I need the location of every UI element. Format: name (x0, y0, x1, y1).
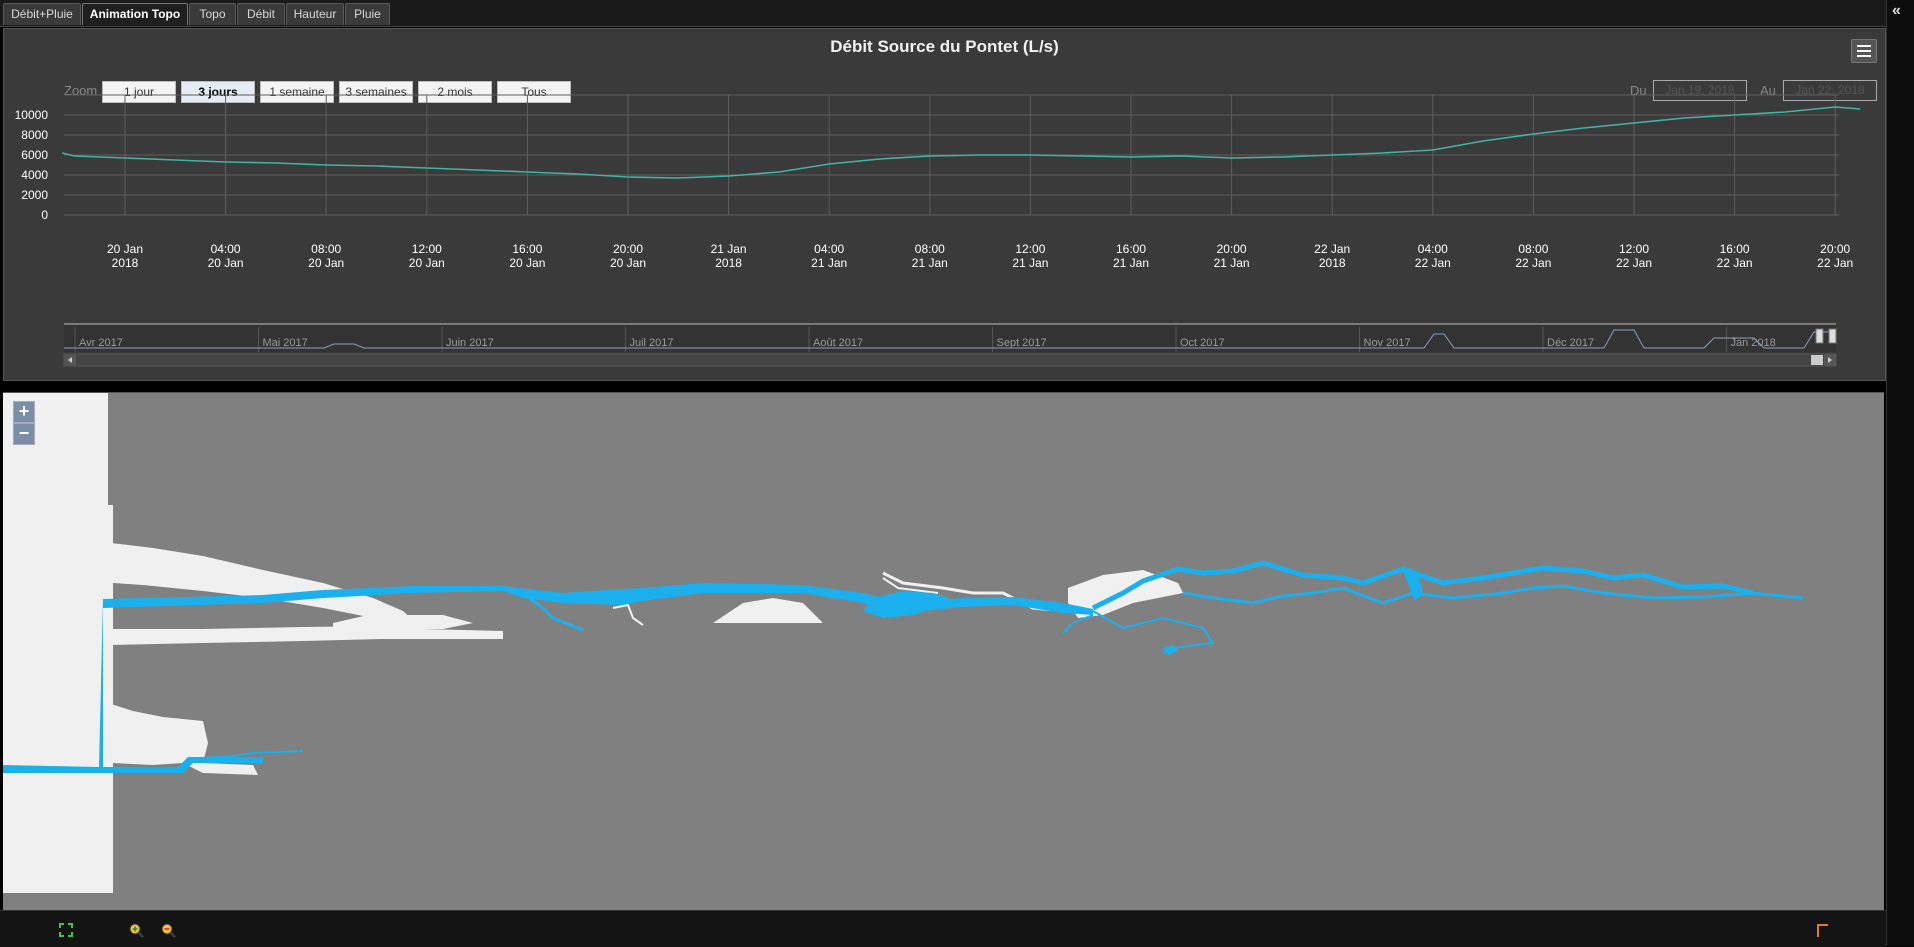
flow-series-line (61, 106, 1861, 179)
x-tick-label: 20:00 (1820, 242, 1850, 256)
map-passage (333, 615, 473, 629)
navigator-month-label: Nov 2017 (1364, 337, 1411, 349)
x-tick-sublabel: 2018 (1319, 256, 1346, 270)
tab-animation-topo[interactable]: Animation Topo (82, 3, 188, 25)
x-tick-sublabel: 21 Jan (1214, 256, 1250, 270)
map-passage (3, 393, 113, 893)
x-tick-sublabel: 21 Jan (912, 256, 948, 270)
x-tick-sublabel: 2018 (112, 256, 139, 270)
x-tick-label: 08:00 (311, 242, 341, 256)
tab-topo[interactable]: Topo (189, 3, 236, 25)
y-tick-label: 6000 (21, 148, 48, 162)
x-tick-label: 16:00 (1720, 242, 1750, 256)
navigator-left-handle (1815, 328, 1824, 344)
cave-survey-map (3, 393, 1804, 893)
x-tick-label: 12:00 (412, 242, 442, 256)
y-tick-label: 10000 (15, 108, 49, 122)
x-tick-sublabel: 21 Jan (1113, 256, 1149, 270)
map-water (1092, 610, 1215, 654)
tab-bar: Débit+Pluie Animation Topo Topo Débit Ha… (0, 0, 1886, 27)
map-zoom-in-button[interactable]: + (13, 401, 35, 423)
collapse-panel-button[interactable]: « (1892, 2, 1901, 20)
navigator-month-label: Oct 2017 (1180, 337, 1225, 349)
x-tick-sublabel: 20 Jan (610, 256, 646, 270)
x-tick-label: 04:00 (814, 242, 844, 256)
x-tick-sublabel: 22 Jan (1717, 256, 1753, 270)
side-panel-strip (1886, 0, 1914, 946)
scrollbar-thumb (1811, 355, 1823, 365)
x-tick-sublabel: 20 Jan (409, 256, 445, 270)
x-tick-label: 16:00 (1116, 242, 1146, 256)
x-tick-sublabel: 20 Jan (208, 256, 244, 270)
navigator-month-label: Déc 2017 (1547, 337, 1594, 349)
navigator-month-label: Avr 2017 (79, 337, 123, 349)
tab-debit-pluie[interactable]: Débit+Pluie (3, 3, 81, 25)
flag-icon[interactable] (1814, 922, 1830, 938)
y-tick-label: 4000 (21, 168, 48, 182)
map-passage (612, 603, 644, 626)
navigator-month-label: Août 2017 (813, 337, 863, 349)
tab-pluie[interactable]: Pluie (345, 3, 390, 25)
tab-debit[interactable]: Débit (237, 3, 285, 25)
zoom-in-icon[interactable] (128, 922, 144, 938)
navigator-month-label: Juil 2017 (630, 337, 674, 349)
x-tick-label: 04:00 (211, 242, 241, 256)
x-tick-sublabel: 20 Jan (509, 256, 545, 270)
x-tick-label: 16:00 (512, 242, 542, 256)
y-tick-label: 8000 (21, 128, 48, 142)
x-tick-label: 20 Jan (107, 242, 143, 256)
map-passage (111, 543, 413, 621)
navigator-month-label: Jan 2018 (1731, 337, 1776, 349)
map-water (202, 750, 304, 759)
navigator-month-label: Juin 2017 (446, 337, 494, 349)
x-tick-sublabel: 21 Jan (1012, 256, 1048, 270)
map-water (1163, 645, 1178, 655)
y-tick-label: 0 (41, 208, 48, 222)
navigator-right-handle (1828, 328, 1837, 344)
map-water (1091, 560, 1754, 611)
y-tick-label: 2000 (21, 188, 48, 202)
navigator-scrollbar-track (63, 353, 1837, 367)
zoom-out-icon[interactable] (160, 922, 176, 938)
navigator-month-label: Mai 2017 (263, 337, 308, 349)
x-tick-label: 12:00 (1015, 242, 1045, 256)
x-tick-label: 21 Jan (711, 242, 747, 256)
x-tick-label: 20:00 (1217, 242, 1247, 256)
x-tick-label: 04:00 (1418, 242, 1448, 256)
map-passage (111, 626, 503, 645)
flow-chart: 020004000600080001000020 Jan201804:0020 … (15, 94, 1861, 367)
topo-map[interactable]: + − (3, 392, 1884, 910)
x-tick-sublabel: 20 Jan (308, 256, 344, 270)
map-water (863, 591, 963, 618)
navigator-month-label: Sept 2017 (997, 337, 1047, 349)
x-tick-label: 08:00 (915, 242, 945, 256)
x-tick-label: 08:00 (1518, 242, 1548, 256)
x-tick-label: 20:00 (613, 242, 643, 256)
x-tick-sublabel: 22 Jan (1515, 256, 1551, 270)
x-tick-sublabel: 2018 (715, 256, 742, 270)
tab-hauteur[interactable]: Hauteur (286, 3, 344, 25)
chart-panel: Débit Source du Pontet (L/s) Zoom 1 jour… (3, 28, 1886, 381)
map-zoom-out-button[interactable]: − (13, 423, 35, 445)
bottom-toolbar (0, 910, 1886, 947)
x-tick-label: 22 Jan (1314, 242, 1350, 256)
x-tick-sublabel: 21 Jan (811, 256, 847, 270)
fullscreen-icon[interactable] (58, 922, 74, 938)
map-passage (713, 598, 823, 623)
x-tick-sublabel: 22 Jan (1616, 256, 1652, 270)
x-tick-sublabel: 22 Jan (1817, 256, 1853, 270)
x-tick-sublabel: 22 Jan (1415, 256, 1451, 270)
x-tick-label: 12:00 (1619, 242, 1649, 256)
